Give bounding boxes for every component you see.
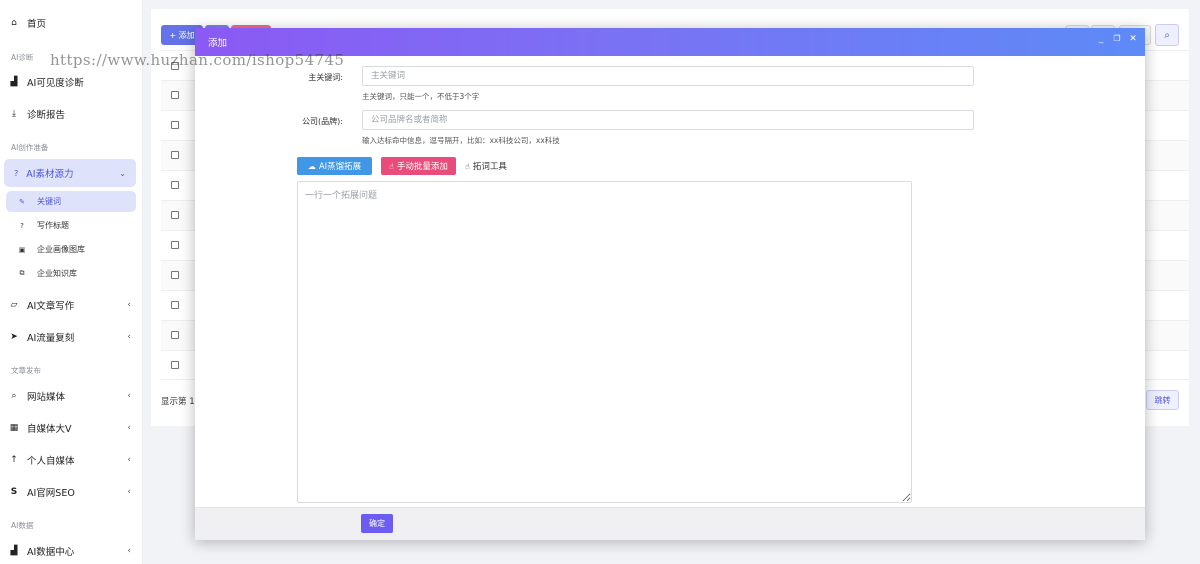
download-icon: ⤓ bbox=[12, 109, 16, 119]
sidebar-item-label: AI流量复刻 bbox=[27, 333, 75, 344]
sidebar-item-label: 个人自媒体 bbox=[27, 456, 75, 467]
chevron-left-icon: ‹ bbox=[127, 546, 131, 556]
manual-add-label: 手动批量添加 bbox=[396, 162, 448, 172]
plus-icon: + bbox=[169, 30, 177, 40]
sidebar-item-site-media[interactable]: ⌕ 网站媒体 ‹ bbox=[0, 385, 143, 407]
section-label-creation: AI创作准备 bbox=[11, 143, 49, 152]
sidebar-item-personal-media[interactable]: ↑ 个人自媒体 ‹ bbox=[0, 449, 143, 471]
sidebar-item-label: 诊断报告 bbox=[27, 110, 66, 121]
s-letter-icon: S bbox=[10, 487, 18, 497]
sidebar-item-label: 自媒体大V bbox=[27, 424, 72, 435]
maximize-icon[interactable]: ❐ bbox=[1111, 34, 1123, 43]
word-tool-label: 拓词工具 bbox=[472, 162, 507, 172]
sidebar-item-label: 网站媒体 bbox=[27, 392, 66, 403]
keyword-input[interactable] bbox=[362, 66, 974, 86]
row-checkbox[interactable] bbox=[171, 151, 179, 159]
sidebar-item-report[interactable]: ⤓ 诊断报告 bbox=[0, 103, 143, 125]
sidebar-item-traffic-copy[interactable]: ➤ AI流量复刻 ‹ bbox=[0, 326, 143, 348]
section-label-publish: 文章发布 bbox=[11, 366, 41, 375]
ai-expand-label: AI蒸馏拓展 bbox=[318, 162, 362, 172]
chevron-left-icon: ‹ bbox=[127, 487, 131, 497]
sidebar-subitem-knowledge[interactable]: ⧉ 企业知识库 bbox=[6, 263, 136, 284]
dialog-footer: 确定 bbox=[195, 507, 1145, 540]
sidebar: ⌂ 首页 AI诊断 ▟ AI可见度诊断 ⤓ 诊断报告 AI创作准备 ? AI素材… bbox=[0, 0, 143, 564]
sidebar-item-label: 首页 bbox=[27, 19, 47, 30]
cloud-icon: ☁ bbox=[307, 161, 316, 171]
sidebar-item-label: 企业画像图库 bbox=[37, 245, 85, 254]
search-button[interactable]: ⌕ bbox=[1155, 24, 1179, 46]
confirm-button[interactable]: 确定 bbox=[361, 514, 393, 533]
word-tool-link[interactable]: ☝ 拓词工具 bbox=[465, 157, 515, 175]
question-icon: ? bbox=[20, 221, 24, 230]
sidebar-item-seo[interactable]: S AI官网SEO ‹ bbox=[0, 481, 143, 503]
chevron-left-icon: ‹ bbox=[127, 391, 131, 401]
row-checkbox[interactable] bbox=[171, 331, 179, 339]
jump-button[interactable]: 跳转 bbox=[1146, 390, 1179, 410]
sidebar-item-data-center[interactable]: ▟ AI数据中心 ‹ bbox=[0, 540, 143, 562]
company-hint: 输入达标命中信息，逗号隔开，比如：xx科技公司，xx科技 bbox=[362, 136, 560, 145]
section-label-data: AI数据 bbox=[11, 521, 34, 530]
select-all-checkbox[interactable] bbox=[171, 62, 179, 70]
row-checkbox[interactable] bbox=[171, 211, 179, 219]
chevron-left-icon: ‹ bbox=[127, 423, 131, 433]
hand-pointer-icon: ☝ bbox=[465, 161, 470, 171]
row-checkbox[interactable] bbox=[171, 121, 179, 129]
sidebar-item-label: AI官网SEO bbox=[27, 488, 75, 499]
sidebar-item-home[interactable]: ⌂ 首页 bbox=[0, 12, 143, 34]
sidebar-item-ai-visibility[interactable]: ▟ AI可见度诊断 bbox=[0, 71, 143, 93]
keyword-label: 主关键词: bbox=[308, 73, 343, 82]
arrow-up-icon: ↑ bbox=[10, 455, 18, 465]
chevron-left-icon: ‹ bbox=[127, 332, 131, 342]
pagination-info: 显示第 1 bbox=[161, 397, 195, 407]
row-checkbox[interactable] bbox=[171, 301, 179, 309]
chevron-left-icon: ‹ bbox=[127, 300, 131, 310]
row-checkbox[interactable] bbox=[171, 241, 179, 249]
company-input[interactable] bbox=[362, 110, 974, 130]
sidebar-subitem-keywords[interactable]: ✎ 关键词 bbox=[6, 191, 136, 212]
grid-icon: ▦ bbox=[9, 423, 19, 433]
manual-add-button[interactable]: ☝ 手动批量添加 bbox=[381, 157, 456, 175]
copy-icon: ⧉ bbox=[19, 269, 25, 277]
dialog-title: 添加 bbox=[208, 38, 228, 49]
add-label: 添加 bbox=[178, 30, 195, 40]
sidebar-item-label: AI文章写作 bbox=[27, 301, 75, 312]
row-checkbox[interactable] bbox=[171, 91, 179, 99]
row-checkbox[interactable] bbox=[171, 271, 179, 279]
row-checkbox[interactable] bbox=[171, 361, 179, 369]
sidebar-subitem-titles[interactable]: ? 写作标题 bbox=[6, 215, 136, 236]
sidebar-item-label: 关键词 bbox=[37, 197, 61, 206]
dialog-header: 添加 _ ❐ ✕ bbox=[195, 28, 1145, 56]
sidebar-item-label: AI可见度诊断 bbox=[27, 78, 84, 89]
sidebar-item-material[interactable]: ? AI素材源力 ⌄ bbox=[4, 159, 136, 187]
sidebar-item-article-writing[interactable]: ▱ AI文章写作 ‹ bbox=[0, 294, 143, 316]
image-icon: ▣ bbox=[18, 245, 26, 254]
row-checkbox[interactable] bbox=[171, 181, 179, 189]
sidebar-subitem-images[interactable]: ▣ 企业画像图库 bbox=[6, 239, 136, 260]
chevron-down-icon: ⌄ bbox=[119, 168, 126, 178]
sidebar-item-label: AI数据中心 bbox=[27, 547, 75, 558]
question-circle-icon: ? bbox=[14, 168, 19, 178]
rocket-icon: ➤ bbox=[10, 332, 18, 342]
search-icon: ⌕ bbox=[1164, 29, 1170, 41]
close-icon[interactable]: ✕ bbox=[1127, 34, 1139, 44]
tag-icon: ✎ bbox=[19, 197, 25, 206]
sidebar-item-label: 写作标题 bbox=[37, 221, 69, 230]
company-label: 公司(品牌): bbox=[302, 117, 343, 126]
hand-pointer-icon: ☝ bbox=[389, 161, 394, 171]
folder-open-icon: ▱ bbox=[10, 300, 18, 310]
sidebar-item-label: AI素材源力 bbox=[26, 169, 74, 180]
bar-chart-icon: ▟ bbox=[10, 546, 18, 556]
search-icon: ⌕ bbox=[11, 391, 17, 401]
expansion-textarea[interactable] bbox=[297, 181, 912, 503]
sidebar-item-label: 企业知识库 bbox=[37, 269, 77, 278]
bar-chart-icon: ▟ bbox=[10, 77, 18, 87]
minimize-icon[interactable]: _ bbox=[1095, 34, 1107, 44]
add-dialog: 添加 _ ❐ ✕ 主关键词: 主关键词，只能一个，不低于3个字 公司(品牌): … bbox=[195, 28, 1145, 540]
ai-expand-button[interactable]: ☁ AI蒸馏拓展 bbox=[297, 157, 372, 175]
sidebar-item-self-media[interactable]: ▦ 自媒体大V ‹ bbox=[0, 417, 143, 439]
chevron-left-icon: ‹ bbox=[127, 455, 131, 465]
keyword-hint: 主关键词，只能一个，不低于3个字 bbox=[362, 92, 480, 101]
home-icon: ⌂ bbox=[11, 18, 17, 28]
section-label-diagnosis: AI诊断 bbox=[11, 53, 34, 62]
